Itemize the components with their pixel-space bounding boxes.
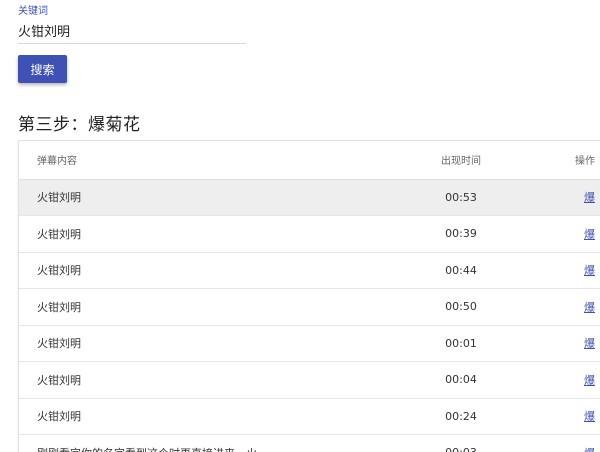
row-content: 火钳刘明 — [19, 398, 341, 435]
keyword-input[interactable] — [18, 18, 246, 44]
explode-link[interactable]: 爆 — [584, 228, 595, 241]
header-action: 操作 — [541, 141, 600, 180]
table-row: 火钳刘明 00:24 爆 — [19, 398, 600, 435]
row-action-cell: 爆 — [541, 325, 600, 362]
table-row: 火钳刘明 00:53 爆 — [19, 179, 600, 216]
row-action-cell: 爆 — [541, 215, 600, 253]
table-row: 火钳刘明 00:01 爆 — [19, 325, 600, 362]
row-content: 火钳刘明 — [19, 325, 341, 362]
row-action-cell: 爆 — [541, 361, 600, 399]
row-action-cell: 爆 — [541, 398, 600, 435]
row-action-cell: 爆 — [541, 252, 600, 289]
explode-link[interactable]: 爆 — [584, 191, 595, 204]
explode-link[interactable]: 爆 — [584, 301, 595, 314]
row-time: 00:39 — [341, 215, 541, 253]
row-content: 火钳刘明 — [19, 179, 341, 216]
header-content: 弹幕内容 — [19, 141, 341, 180]
table-row: 火钳刘明 00:39 爆 — [19, 215, 600, 253]
row-time: 00:03 — [341, 434, 541, 452]
explode-link[interactable]: 爆 — [584, 447, 595, 452]
row-content: 刚刚看完你的名字看到这个时再直接进来，火 — [19, 434, 341, 452]
keyword-field: 关键词 — [18, 6, 246, 44]
row-time: 00:01 — [341, 325, 541, 362]
row-action-cell: 爆 — [541, 288, 600, 326]
explode-link[interactable]: 爆 — [584, 374, 595, 387]
table-row: 火钳刘明 00:50 爆 — [19, 288, 600, 326]
step-title: 第三步：爆菊花 — [18, 115, 141, 135]
row-time: 00:53 — [341, 179, 541, 216]
row-time: 00:24 — [341, 398, 541, 435]
table-row: 刚刚看完你的名字看到这个时再直接进来，火 00:03 爆 — [19, 434, 600, 452]
row-content: 火钳刘明 — [19, 252, 341, 289]
row-time: 00:04 — [341, 361, 541, 399]
table-row: 火钳刘明 00:04 爆 — [19, 361, 600, 399]
explode-link[interactable]: 爆 — [584, 410, 595, 423]
danmaku-table: 弹幕内容 出现时间 操作 火钳刘明 00:53 爆 火钳刘明 00:39 爆 火… — [19, 141, 600, 452]
keyword-label: 关键词 — [18, 6, 48, 17]
row-action-cell: 爆 — [541, 434, 600, 452]
row-time: 00:50 — [341, 288, 541, 326]
row-action-cell: 爆 — [541, 179, 600, 216]
table-header-row: 弹幕内容 出现时间 操作 — [19, 141, 600, 180]
row-time: 00:44 — [341, 252, 541, 289]
danmaku-table-card: 弹幕内容 出现时间 操作 火钳刘明 00:53 爆 火钳刘明 00:39 爆 火… — [18, 140, 600, 452]
row-content: 火钳刘明 — [19, 215, 341, 253]
explode-link[interactable]: 爆 — [584, 264, 595, 277]
explode-link[interactable]: 爆 — [584, 337, 595, 350]
row-content: 火钳刘明 — [19, 361, 341, 399]
header-time: 出现时间 — [341, 141, 541, 180]
search-button[interactable]: 搜索 — [18, 55, 67, 83]
table-row: 火钳刘明 00:44 爆 — [19, 252, 600, 289]
row-content: 火钳刘明 — [19, 288, 341, 326]
